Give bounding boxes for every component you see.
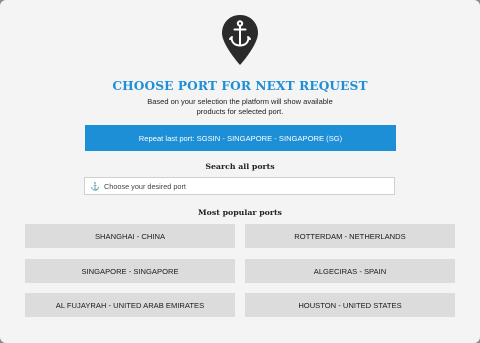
subtitle-line-2: products for selected port. (196, 107, 284, 116)
repeat-last-port-button[interactable]: Repeat last port: SGSIN - SINGAPORE - SI… (85, 125, 396, 151)
port-selection-modal: CHOOSE PORT FOR NEXT REQUEST Based on yo… (0, 0, 480, 343)
port-search-field[interactable]: ⚓ (84, 177, 395, 195)
port-option-rotterdam[interactable]: ROTTERDAM - NETHERLANDS (245, 224, 455, 248)
port-option-al-fujayrah[interactable]: AL FUJAYRAH - UNITED ARAB EMIRATES (25, 293, 235, 317)
port-option-singapore[interactable]: SINGAPORE - SINGAPORE (25, 259, 235, 283)
port-option-shanghai[interactable]: SHANGHAI - CHINA (25, 224, 235, 248)
anchor-icon: ⚓ (90, 181, 100, 191)
modal-title: CHOOSE PORT FOR NEXT REQUEST (112, 79, 368, 93)
subtitle-line-1: Based on your selection the platform wil… (147, 97, 333, 106)
most-popular-ports-heading: Most popular ports (198, 208, 282, 217)
anchor-pin-icon (222, 15, 258, 65)
port-option-houston[interactable]: HOUSTON - UNITED STATES (245, 293, 455, 317)
port-option-algeciras[interactable]: ALGECIRAS - SPAIN (245, 259, 455, 283)
modal-subtitle: Based on your selection the platform wil… (130, 97, 350, 117)
port-search-input[interactable] (104, 181, 384, 191)
search-all-ports-heading: Search all ports (205, 162, 275, 171)
